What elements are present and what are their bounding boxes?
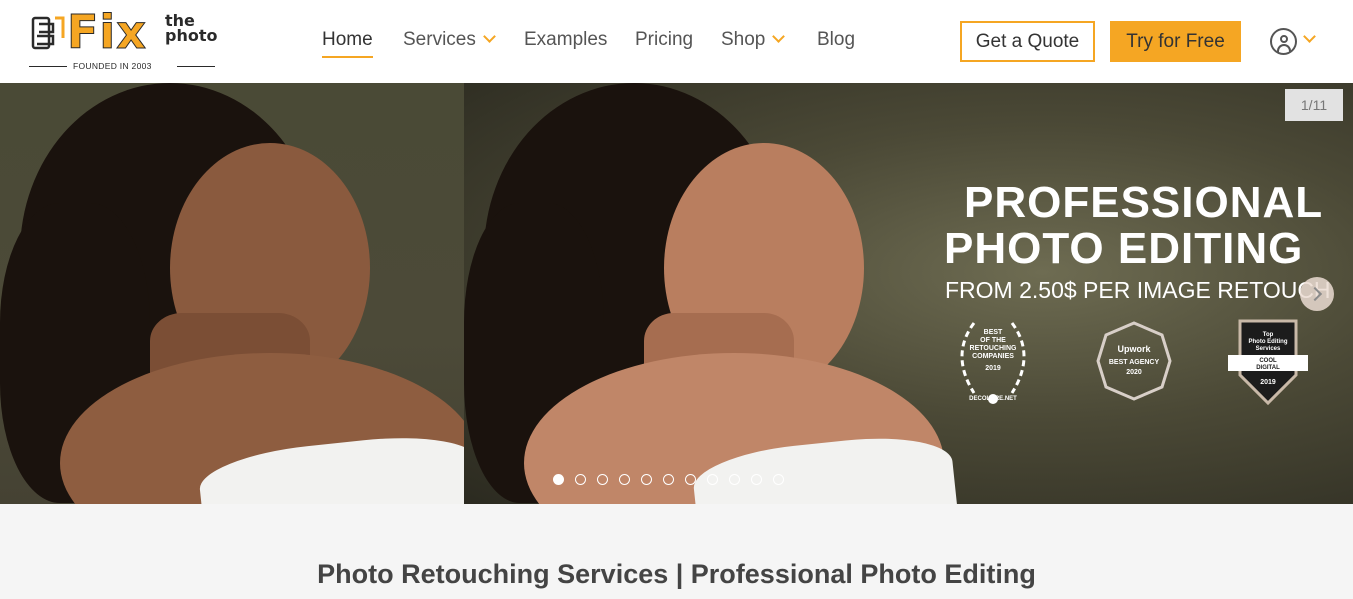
slide-dot[interactable]	[597, 474, 608, 485]
chevron-down-icon	[772, 30, 786, 43]
slide-dot[interactable]	[729, 474, 740, 485]
slide-dot[interactable]	[751, 474, 762, 485]
nav-item-home[interactable]: Home	[322, 28, 373, 58]
user-menu[interactable]	[1270, 28, 1322, 56]
slide-dot[interactable]	[641, 474, 652, 485]
award-badge-retouching: BEST OF THE RETOUCHING COMPANIES 2019 DE…	[944, 315, 1042, 407]
before-photo	[0, 83, 484, 504]
slide-counter: 1/11	[1285, 89, 1343, 121]
logo[interactable]: Fix the photo FOUNDED IN 2003	[29, 6, 218, 72]
chevron-down-icon	[1303, 30, 1316, 43]
logo-word-bottom: photo	[165, 26, 218, 45]
try-for-free-button[interactable]: Try for Free	[1110, 21, 1241, 62]
slide-dot[interactable]	[619, 474, 630, 485]
nav-item-services[interactable]: Services	[403, 28, 496, 52]
active-nav-indicator	[322, 56, 373, 58]
slide-dot[interactable]	[553, 474, 564, 485]
slide-dot[interactable]	[575, 474, 586, 485]
slide-dot[interactable]	[773, 474, 784, 485]
hero-subtitle: FROM 2.50$ PER IMAGE RETOUCH	[945, 277, 1331, 303]
logo-tagline: FOUNDED IN 2003	[73, 61, 152, 71]
section-title: Photo Retouching Services | Professional…	[317, 559, 1036, 589]
user-icon	[1270, 28, 1297, 55]
nav-item-label: Shop	[721, 29, 766, 50]
nav-item-pricing[interactable]: Pricing	[635, 28, 693, 52]
slide-dot[interactable]	[663, 474, 674, 485]
nav-item-blog[interactable]: Blog	[817, 28, 855, 52]
logo-word: Fix	[67, 5, 147, 59]
chevron-down-icon	[482, 30, 496, 43]
get-quote-button[interactable]: Get a Quote	[960, 21, 1095, 62]
logo-divider	[177, 66, 215, 67]
hero-title: PHOTO EDITING	[944, 224, 1304, 273]
slide-dot[interactable]	[685, 474, 696, 485]
next-slide-arrow-icon[interactable]	[1300, 277, 1334, 311]
award-badge-upwork: Upwork BEST AGENCY 2020	[1096, 321, 1172, 401]
nav-item-label: Pricing	[635, 29, 694, 50]
nav-item-label: Home	[322, 29, 373, 50]
site-header: Fix the photo FOUNDED IN 2003 Home Servi…	[0, 0, 1353, 83]
nav-item-label: Services	[403, 29, 476, 50]
award-badge-cool-digital: Top Photo Editing Services COOL DIGITAL …	[1226, 315, 1310, 407]
nav-item-label: Blog	[817, 29, 856, 50]
nav-item-shop[interactable]: Shop	[721, 28, 786, 52]
logo-divider	[29, 66, 67, 67]
hero-title: PROFESSIONAL	[964, 178, 1324, 227]
camera-hand-icon	[31, 16, 65, 50]
nav-item-label: Examples	[524, 29, 608, 50]
hero-slider: 1/11 PROFESSIONAL PHOTO EDITING FROM 2.5…	[0, 83, 1353, 504]
nav-item-examples[interactable]: Examples	[524, 28, 607, 52]
slide-dot[interactable]	[707, 474, 718, 485]
